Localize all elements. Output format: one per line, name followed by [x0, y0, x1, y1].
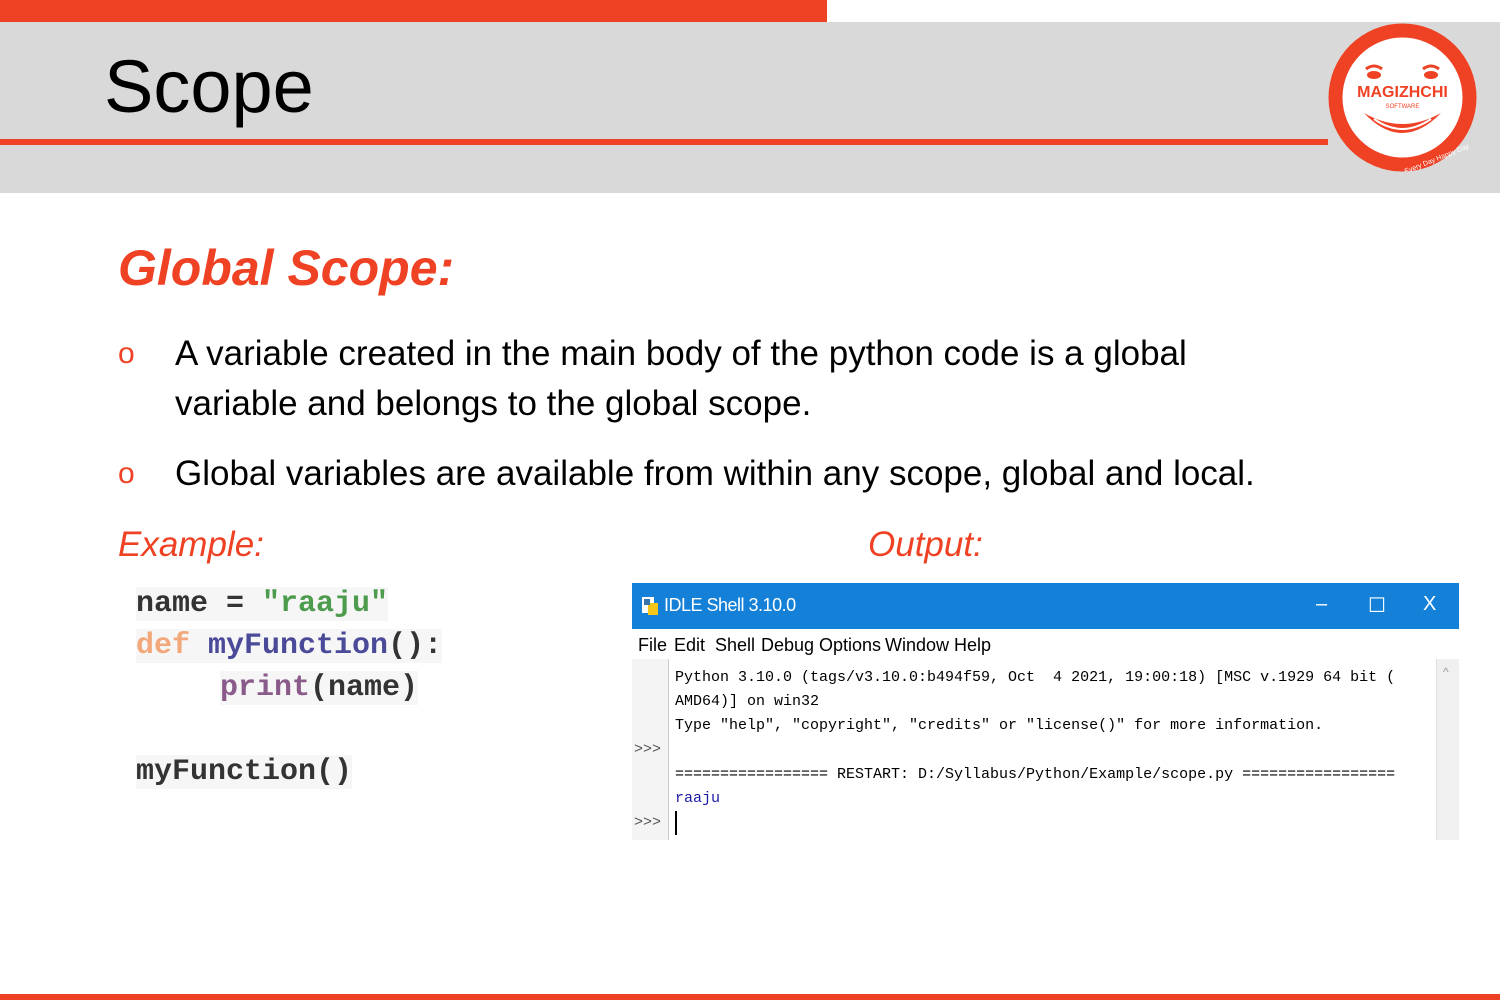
menu-debug[interactable]: Debug: [761, 635, 814, 656]
bullet-marker: o: [118, 337, 135, 370]
prompt-gutter: >>> >>>: [632, 659, 668, 840]
slide-title: Scope: [104, 45, 314, 128]
menu-help[interactable]: Help: [954, 635, 991, 656]
code-line-3: print(name): [220, 671, 419, 705]
section-heading: Global Scope:: [118, 240, 455, 296]
shell-line: Python 3.10.0 (tags/v3.10.0:b494f59, Oct…: [675, 669, 1396, 686]
menu-edit[interactable]: Edit: [674, 635, 705, 656]
magizhchi-logo: MAGIZHCHI SOFTWARE Every Day Happy Day: [1328, 23, 1477, 172]
idle-shell-window: IDLE Shell 3.10.0 – ☐ X File Edit Shell …: [632, 583, 1459, 840]
scroll-up-icon[interactable]: ^: [1443, 665, 1449, 679]
bullet-2-line-1: Global variables are available from with…: [175, 454, 1255, 493]
menu-bar: File Edit Shell Debug Options Window Hel…: [632, 629, 1459, 659]
shell-line: ================= RESTART: D:/Syllabus/P…: [675, 766, 1396, 783]
window-titlebar[interactable]: IDLE Shell 3.10.0 – ☐ X: [632, 583, 1459, 629]
bullet-marker: o: [118, 457, 135, 490]
menu-file[interactable]: File: [638, 635, 667, 656]
output-label: Output:: [868, 525, 983, 564]
code-line-4: myFunction(): [136, 755, 353, 789]
shell-output[interactable]: Python 3.10.0 (tags/v3.10.0:b494f59, Oct…: [668, 659, 1437, 840]
window-title: IDLE Shell 3.10.0: [664, 595, 796, 615]
logo-sub: SOFTWARE: [1386, 104, 1420, 110]
code-line-1: name = "raaju": [136, 587, 389, 621]
code-line-2: def myFunction():: [136, 629, 443, 663]
shell-line: Type "help", "copyright", "credits" or "…: [675, 717, 1324, 734]
shell-line: AMD64)] on win32: [675, 693, 820, 710]
shell-output-value: raaju: [675, 790, 721, 807]
code-example: name = "raaju" def myFunction(): print(n…: [136, 585, 476, 795]
python-app-icon: [642, 597, 658, 615]
bullet-1-line-1: A variable created in the main body of t…: [175, 334, 1187, 373]
menu-options[interactable]: Options: [819, 635, 881, 656]
menu-shell[interactable]: Shell: [715, 635, 755, 656]
example-label: Example:: [118, 525, 264, 564]
text-cursor: [675, 811, 677, 835]
maximize-button[interactable]: ☐: [1368, 593, 1386, 618]
minimize-button[interactable]: –: [1316, 593, 1327, 616]
bullet-1-line-2: variable and belongs to the global scope…: [175, 384, 812, 423]
top-accent-bar: [0, 0, 827, 22]
menu-window[interactable]: Window: [885, 635, 949, 656]
header-underline: [0, 139, 1328, 145]
bottom-accent-line: [0, 994, 1500, 1000]
prompt-2: >>>: [634, 814, 662, 831]
prompt-1: >>>: [634, 741, 662, 758]
vertical-scrollbar[interactable]: ^: [1436, 659, 1459, 840]
logo-name: MAGIZHCHI: [1357, 84, 1448, 101]
close-button[interactable]: X: [1423, 593, 1436, 616]
